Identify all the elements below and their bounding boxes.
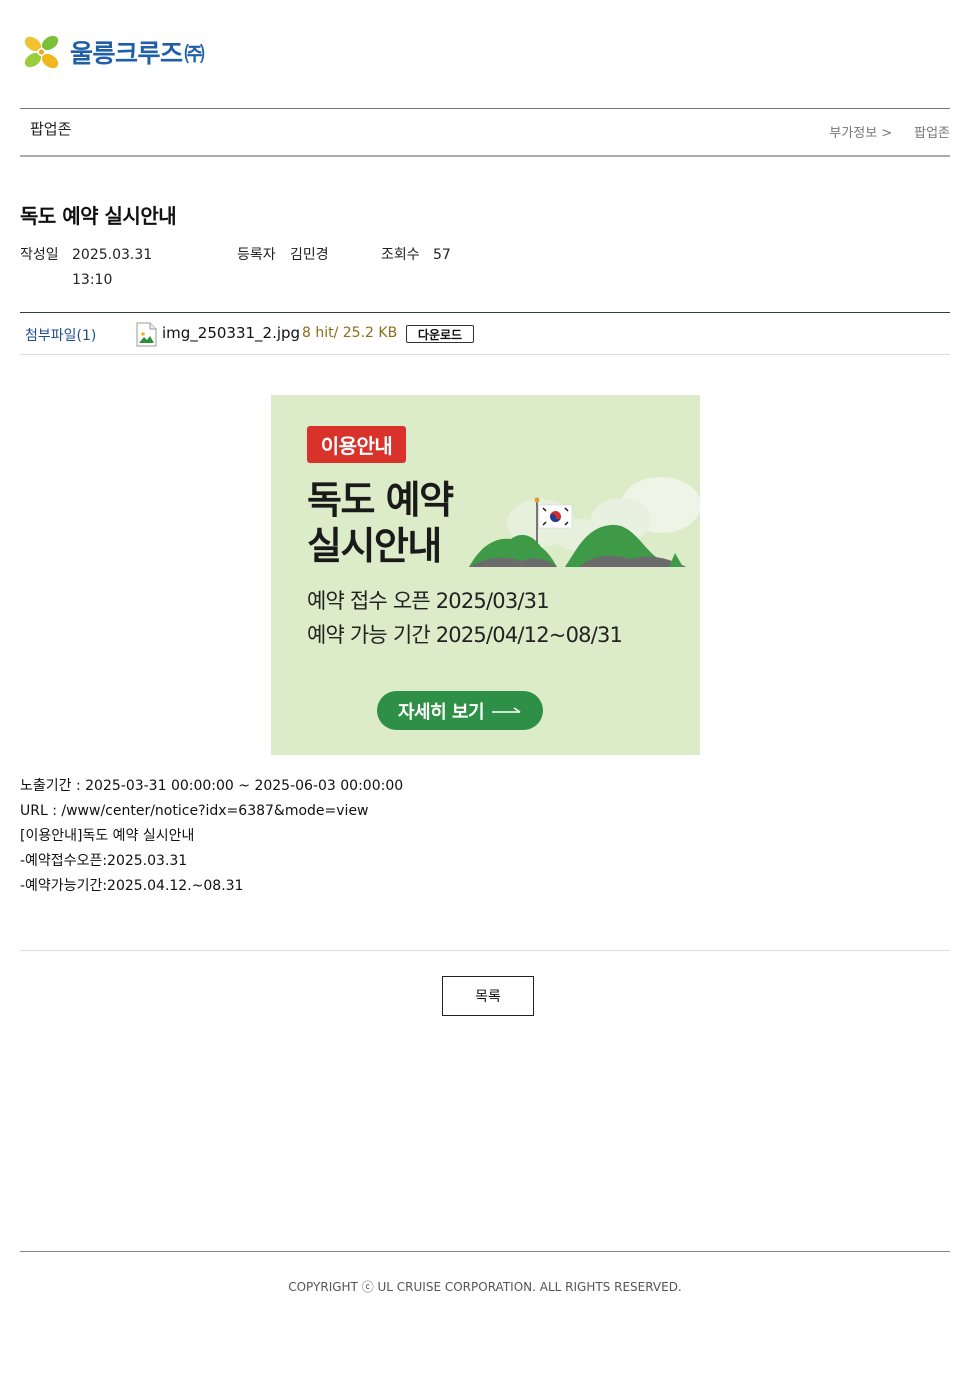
logo-text: 울릉크루즈 (70, 39, 183, 68)
banner-badge: 이용안내 (307, 426, 406, 463)
footer-divider (20, 1251, 950, 1252)
attachment-file-link[interactable]: img_250331_2.jpg (162, 324, 300, 342)
list-button[interactable]: 목록 (442, 976, 534, 1016)
attachment-label: 첨부파일(1) (25, 328, 97, 344)
body-line-url: URL : /www/center/notice?idx=6387&mode=v… (20, 803, 369, 819)
banner-headline-line-2: 실시안내 (307, 524, 442, 568)
banner-detail-label: 자세히 보기 (397, 701, 485, 723)
company-logo[interactable]: 울릉크루즈 ㈜ (20, 30, 205, 74)
views-label: 조회수 (381, 247, 420, 263)
banner-headline-line-1: 독도 예약 (307, 478, 454, 522)
time-value: 13:10 (72, 272, 113, 288)
section-bar: 팝업존 부가정보 > 팝업존 (20, 108, 950, 157)
author-label: 등록자 (237, 247, 276, 263)
attachment-top-divider (20, 312, 950, 313)
banner-open-date: 예약 접수 오픈 2025/03/31 (307, 589, 550, 613)
notice-banner-image: 이용안내 독도 예약 실시안내 예약 접수 오픈 2025/03/31 예약 가… (271, 395, 700, 755)
breadcrumb-item-popup-zone[interactable]: 팝업존 (914, 126, 950, 141)
date-value: 2025.03.31 (72, 247, 153, 263)
breadcrumb: 부가정보 > 팝업존 (829, 122, 950, 141)
image-file-icon (136, 322, 157, 347)
body-line-open-date: -예약접수오픈:2025.03.31 (20, 853, 188, 869)
attachment-stats: 8 hit/ 25.2 KB (302, 325, 398, 341)
arrow-right-icon (492, 706, 521, 713)
banner-detail-button: 자세히 보기 (377, 691, 543, 730)
attachment-bottom-divider (20, 354, 950, 355)
banner-period: 예약 가능 기간 2025/04/12~08/31 (307, 623, 623, 647)
body-line-exposure-period: 노출기간 : 2025-03-31 00:00:00 ~ 2025-06-03 … (20, 778, 404, 794)
footer-copyright: COPYRIGHT ⓒ UL CRUISE CORPORATION. ALL R… (288, 1280, 682, 1294)
page: 울릉크루즈 ㈜ 팝업존 부가정보 > 팝업존 독도 예약 실시안내 작성일 2025… (0, 0, 970, 1382)
author-value: 김민경 (290, 247, 329, 263)
section-title: 팝업존 (30, 120, 72, 138)
breadcrumb-separator: > (881, 126, 893, 141)
post-body: 노출기간 : 2025-03-31 00:00:00 ~ 2025-06-03 … (20, 774, 403, 899)
flower-logo-icon (24, 35, 59, 69)
body-line-notice-title: [이용안내]독도 예약 실시안내 (20, 828, 195, 844)
date-label: 작성일 (20, 247, 59, 263)
body-line-period: -예약가능기간:2025.04.12.~08.31 (20, 878, 244, 894)
breadcrumb-item-extra-info[interactable]: 부가정보 (829, 126, 877, 141)
content-bottom-divider (20, 950, 950, 951)
views-value: 57 (433, 247, 451, 263)
download-button[interactable]: 다운로드 (406, 325, 474, 343)
post-title: 독도 예약 실시안내 (20, 204, 177, 228)
logo-suffix: ㈜ (184, 41, 205, 66)
banner-headline: 독도 예약 실시안내 (307, 477, 507, 569)
